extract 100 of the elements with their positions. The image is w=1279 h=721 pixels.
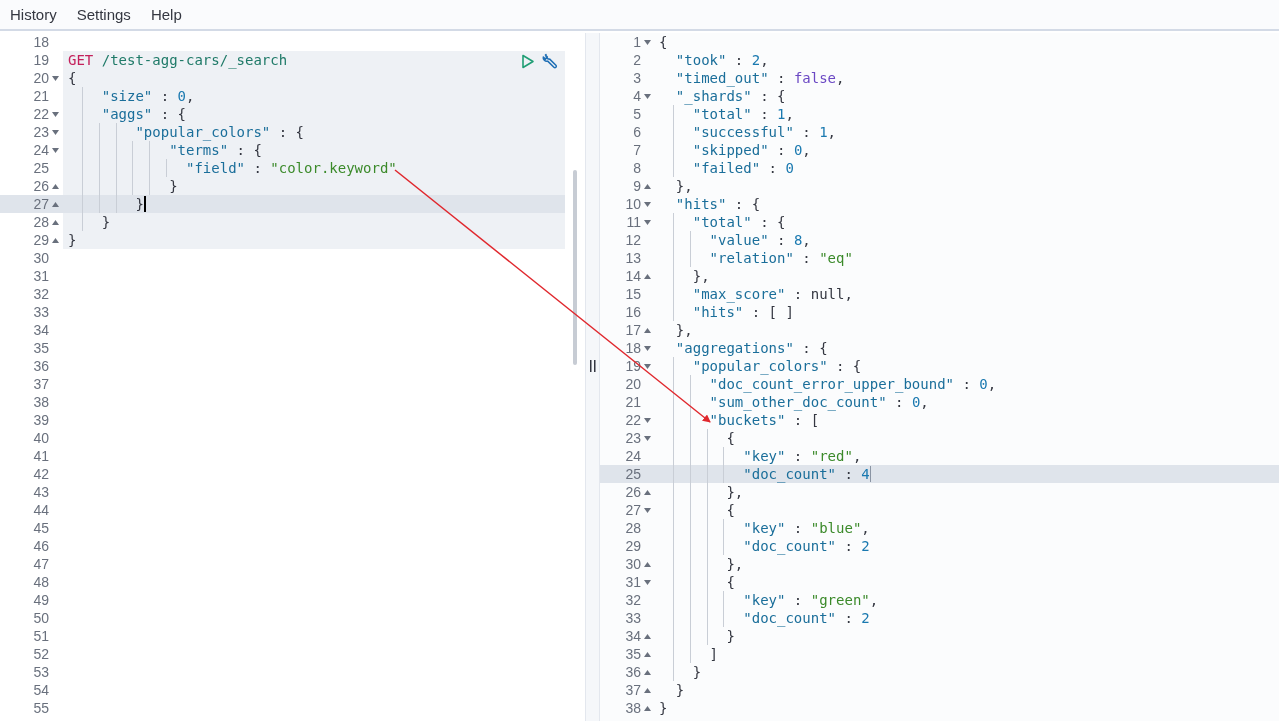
caret-up-icon[interactable] bbox=[51, 201, 59, 207]
line-number: 33 bbox=[33, 304, 49, 320]
code-line: "doc_count_error_upper_bound" : 0, bbox=[708, 375, 997, 393]
caret-up-icon[interactable] bbox=[643, 633, 651, 639]
code-line: "timed_out" : false, bbox=[674, 69, 845, 87]
menu-item[interactable]: History bbox=[2, 2, 65, 27]
code-line: { bbox=[659, 33, 668, 51]
code-line: "total" : { bbox=[691, 213, 786, 231]
caret-down-icon[interactable] bbox=[51, 147, 59, 153]
caret-down-icon[interactable] bbox=[643, 579, 651, 585]
code-line: "_shards" : { bbox=[674, 87, 786, 105]
caret-up-icon[interactable] bbox=[51, 219, 59, 225]
line-number: 13 bbox=[625, 250, 641, 266]
code-line: }, bbox=[691, 267, 710, 285]
caret-up-icon[interactable] bbox=[51, 183, 59, 189]
menu-item[interactable]: Help bbox=[142, 2, 190, 27]
line-number: 16 bbox=[625, 304, 641, 320]
caret-down-icon[interactable] bbox=[643, 363, 651, 369]
code-line: "took" : 2, bbox=[674, 51, 769, 69]
line-number: 50 bbox=[33, 610, 49, 626]
line-number: 20 bbox=[625, 376, 641, 392]
caret-down-icon[interactable] bbox=[643, 201, 651, 207]
grip-icon[interactable] bbox=[589, 360, 596, 372]
code-line: "key" : "green", bbox=[742, 591, 879, 609]
caret-down-icon[interactable] bbox=[51, 111, 59, 117]
code-line: } bbox=[68, 231, 77, 249]
caret-down-icon[interactable] bbox=[643, 507, 651, 513]
line-number: 37 bbox=[33, 376, 49, 392]
code-line: "key" : "blue", bbox=[742, 519, 870, 537]
caret-up-icon[interactable] bbox=[643, 561, 651, 567]
menu-item[interactable]: Settings bbox=[68, 2, 139, 27]
line-number: 14 bbox=[625, 268, 641, 284]
code-line: "hits" : [ ] bbox=[691, 303, 794, 321]
code-line: { bbox=[68, 69, 77, 87]
line-number: 18 bbox=[33, 34, 49, 50]
line-number: 19 bbox=[625, 358, 641, 374]
code-line: "value" : 8, bbox=[708, 231, 811, 249]
caret-up-icon[interactable] bbox=[643, 273, 651, 279]
caret-down-icon[interactable] bbox=[643, 93, 651, 99]
code-line: "terms" : { bbox=[168, 141, 262, 159]
code-line: "relation" : "eq" bbox=[708, 249, 853, 267]
code-line: } bbox=[134, 195, 144, 213]
caret-down-icon[interactable] bbox=[51, 75, 59, 81]
line-number: 33 bbox=[625, 610, 641, 626]
line-number: 10 bbox=[625, 196, 641, 212]
caret-up-icon[interactable] bbox=[643, 489, 651, 495]
line-number: 30 bbox=[625, 556, 641, 572]
code-line: "field" : "color.keyword" bbox=[185, 159, 397, 177]
code-line: "doc_count" : 4 bbox=[742, 465, 870, 483]
line-number: 22 bbox=[33, 106, 49, 122]
caret-up-icon[interactable] bbox=[643, 669, 651, 675]
line-number: 24 bbox=[625, 448, 641, 464]
code-line: "successful" : 1, bbox=[691, 123, 837, 141]
line-number: 27 bbox=[625, 502, 641, 518]
line-number: 2 bbox=[633, 52, 641, 68]
code-line: { bbox=[725, 501, 735, 519]
line-number: 38 bbox=[33, 394, 49, 410]
caret-up-icon[interactable] bbox=[643, 651, 651, 657]
code-line: "aggregations" : { bbox=[674, 339, 828, 357]
code-line: "popular_colors" : { bbox=[691, 357, 862, 375]
line-number: 39 bbox=[33, 412, 49, 428]
code-line: } bbox=[691, 663, 702, 681]
line-number: 35 bbox=[625, 646, 641, 662]
caret-up-icon[interactable] bbox=[643, 327, 651, 333]
caret-down-icon[interactable] bbox=[643, 219, 651, 225]
wrench-icon[interactable] bbox=[541, 52, 559, 70]
code-line: "doc_count" : 2 bbox=[742, 609, 870, 627]
line-number: 47 bbox=[33, 556, 49, 572]
caret-down-icon[interactable] bbox=[643, 345, 651, 351]
code-line: { bbox=[725, 429, 735, 447]
line-number: 44 bbox=[33, 502, 49, 518]
line-number: 36 bbox=[33, 358, 49, 374]
line-number: 38 bbox=[625, 700, 641, 716]
code-line: GET /test-agg-cars/_search bbox=[68, 51, 288, 69]
text-cursor bbox=[143, 196, 146, 212]
line-number: 31 bbox=[33, 268, 49, 284]
caret-down-icon[interactable] bbox=[643, 417, 651, 423]
line-number: 1 bbox=[633, 34, 641, 50]
line-number: 34 bbox=[625, 628, 641, 644]
line-number: 48 bbox=[33, 574, 49, 590]
line-number: 45 bbox=[33, 520, 49, 536]
code-line: } bbox=[168, 177, 178, 195]
line-number: 36 bbox=[625, 664, 641, 680]
run-icon[interactable] bbox=[521, 53, 535, 69]
caret-up-icon[interactable] bbox=[643, 705, 651, 711]
line-number: 23 bbox=[625, 430, 641, 446]
caret-up-icon[interactable] bbox=[643, 687, 651, 693]
scrollbar-thumb[interactable] bbox=[573, 170, 577, 365]
caret-up-icon[interactable] bbox=[51, 237, 59, 243]
caret-down-icon[interactable] bbox=[643, 435, 651, 441]
code-line: "key" : "red", bbox=[742, 447, 862, 465]
code-line: "failed" : 0 bbox=[691, 159, 794, 177]
caret-down-icon[interactable] bbox=[643, 39, 651, 45]
caret-up-icon[interactable] bbox=[643, 183, 651, 189]
line-number: 51 bbox=[33, 628, 49, 644]
line-number: 29 bbox=[33, 232, 49, 248]
line-number: 15 bbox=[625, 286, 641, 302]
code-line: ] bbox=[708, 645, 718, 663]
caret-down-icon[interactable] bbox=[51, 129, 59, 135]
line-number: 49 bbox=[33, 592, 49, 608]
